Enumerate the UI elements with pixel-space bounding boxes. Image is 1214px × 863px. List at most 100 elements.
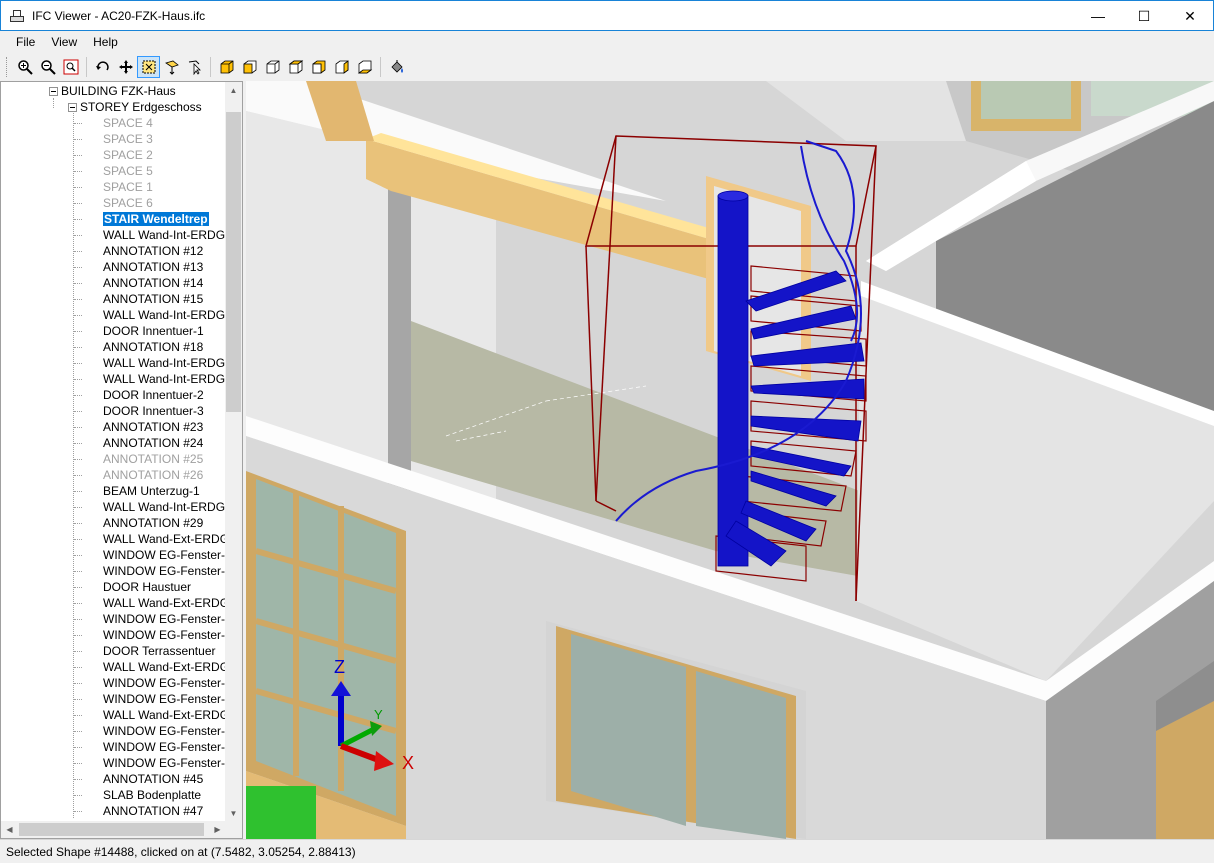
maximize-button[interactable]: ☐ [1121,1,1167,31]
pointer-icon[interactable] [183,56,206,78]
tree-item[interactable]: WINDOW EG-Fenster-5 [103,627,226,643]
tree-item[interactable]: SPACE 4 [103,115,153,131]
tree-item[interactable]: STAIR Wendeltrep [103,211,209,227]
tree-item[interactable]: WINDOW EG-Fenster-1 [103,723,226,739]
tree-item-label: SPACE 5 [103,164,153,178]
tree-item[interactable]: BEAM Unterzug-1 [103,483,200,499]
tree-item[interactable]: DOOR Innentuer-2 [103,387,204,403]
tree-item[interactable]: DOOR Innentuer-1 [103,323,204,339]
tree-item[interactable]: WALL Wand-Int-ERDG-4 [103,227,226,243]
tree-item[interactable]: SPACE 2 [103,147,153,163]
menu-help[interactable]: Help [85,31,126,53]
tree-item[interactable]: ANNOTATION #15 [103,291,203,307]
tree-item[interactable]: DOOR Haustuer [103,579,191,595]
tree-item-label: WALL Wand-Int-ERDG-4 [103,228,226,242]
tree-item[interactable]: ANNOTATION #23 [103,419,203,435]
tree-item[interactable]: SPACE 6 [103,195,153,211]
tree-item-label: WINDOW EG-Fenster-9 [103,692,226,706]
tree-item[interactable]: WALL Wand-Int-ERDG-5 [103,499,226,515]
axis-label-z: Z [334,657,345,677]
tree-item-label: BEAM Unterzug-1 [103,484,200,498]
tree-horizontal-scrollbar[interactable]: ◀ ▶ [1,821,226,838]
hscroll-thumb[interactable] [19,823,204,836]
tree-item-label: DOOR Innentuer-2 [103,388,204,402]
tree-item-label: ANNOTATION #18 [103,340,204,354]
collapse-icon[interactable] [68,103,77,113]
pick-icon[interactable] [160,56,183,78]
tree-item[interactable]: WINDOW EG-Fenster-8 [103,675,226,691]
scroll-up-icon[interactable]: ▲ [225,82,242,99]
tree-item[interactable]: WINDOW EG-Fenster-4 [103,611,226,627]
title-bar: IFC Viewer - AC20-FZK-Haus.ifc — ☐ ✕ [0,0,1214,31]
view-top-icon[interactable] [284,56,307,78]
menu-file[interactable]: File [8,31,43,53]
tree-item[interactable]: WINDOW EG-Fenster-6 [103,547,226,563]
model-tree[interactable]: BUILDING FZK-Haus STOREY Erdgeschoss SPA… [0,81,243,839]
tree-item-label: SPACE 1 [103,180,153,194]
tree-item-label: WINDOW EG-Fenster-4 [103,612,226,626]
tree-item[interactable]: WALL Wand-Ext-ERDG-3 [103,659,226,675]
tree-item[interactable]: ANNOTATION #14 [103,275,203,291]
tree-item[interactable]: ANNOTATION #12 [103,243,203,259]
scroll-down-icon[interactable]: ▼ [225,805,242,822]
tree-item[interactable]: WALL Wand-Ext-ERDG-4 [103,595,226,611]
tree-item[interactable]: ANNOTATION #47 [103,803,203,819]
tree-item[interactable]: SPACE 1 [103,179,153,195]
paint-icon[interactable] [385,56,408,78]
building-model-render[interactable] [246,81,1214,839]
tree-building[interactable]: BUILDING FZK-Haus [49,83,176,99]
tree-item[interactable]: WINDOW EG-Fenster-2 [103,739,226,755]
tree-item[interactable]: SPACE 3 [103,131,153,147]
view-right-icon[interactable] [330,56,353,78]
tree-item[interactable]: WINDOW EG-Fenster-3 [103,755,226,771]
scroll-thumb[interactable] [226,112,241,412]
axis-label-x: X [402,753,415,773]
tree-item-label: WALL Wand-Ext-ERDG-4 [103,596,226,610]
tree-item[interactable]: ANNOTATION #13 [103,259,203,275]
tree-item-label: ANNOTATION #25 [103,452,204,466]
view-iso-icon[interactable] [215,56,238,78]
tree-item-label: WINDOW EG-Fenster-3 [103,756,226,770]
tree-item[interactable]: WALL Wand-Ext-ERDG-2 [103,707,226,723]
tree-item[interactable]: WALL Wand-Int-ERDG-3 [103,371,226,387]
tree-item-label: SPACE 3 [103,132,153,146]
view-left-icon[interactable] [307,56,330,78]
minimize-button[interactable]: — [1075,1,1121,31]
scroll-right-icon[interactable]: ▶ [209,821,226,838]
tree-item[interactable]: WALL Wand-Ext-ERDG-1 [103,531,226,547]
view-front-icon[interactable] [238,56,261,78]
scroll-left-icon[interactable]: ◀ [1,821,18,838]
tree-item-label: ANNOTATION #14 [103,276,204,290]
rotate-icon[interactable] [91,56,114,78]
zoom-fit-icon[interactable] [59,56,82,78]
tree-item[interactable]: DOOR Innentuer-3 [103,403,204,419]
view-back-icon[interactable] [261,56,284,78]
close-button[interactable]: ✕ [1167,1,1213,31]
view-bottom-icon[interactable] [353,56,376,78]
tree-vertical-scrollbar[interactable]: ▲ ▼ [225,82,242,822]
select-icon[interactable] [137,56,160,78]
tree-storey[interactable]: STOREY Erdgeschoss [68,99,202,115]
zoom-out-icon[interactable] [36,56,59,78]
toolbar-grip[interactable] [6,57,9,77]
menu-view[interactable]: View [43,31,85,53]
tree-item-label: ANNOTATION #23 [103,420,204,434]
pan-icon[interactable] [114,56,137,78]
tree-item[interactable]: ANNOTATION #26 [103,467,203,483]
tree-item-label: WINDOW EG-Fenster-8 [103,676,226,690]
tree-item[interactable]: WINDOW EG-Fenster-7 [103,563,226,579]
tree-item[interactable]: SPACE 5 [103,163,153,179]
tree-item[interactable]: ANNOTATION #29 [103,515,203,531]
tree-item[interactable]: ANNOTATION #45 [103,771,203,787]
tree-item[interactable]: WALL Wand-Int-ERDG-2 [103,307,226,323]
tree-item[interactable]: ANNOTATION #24 [103,435,203,451]
collapse-icon[interactable] [49,87,58,97]
tree-item[interactable]: ANNOTATION #25 [103,451,203,467]
tree-item[interactable]: DOOR Terrassentuer [103,643,215,659]
tree-item[interactable]: ANNOTATION #18 [103,339,203,355]
tree-item[interactable]: WALL Wand-Int-ERDG-1 [103,355,226,371]
3d-viewport[interactable]: Z Y X [246,81,1214,839]
tree-item[interactable]: SLAB Bodenplatte [103,787,201,803]
zoom-in-icon[interactable] [13,56,36,78]
tree-item[interactable]: WINDOW EG-Fenster-9 [103,691,226,707]
